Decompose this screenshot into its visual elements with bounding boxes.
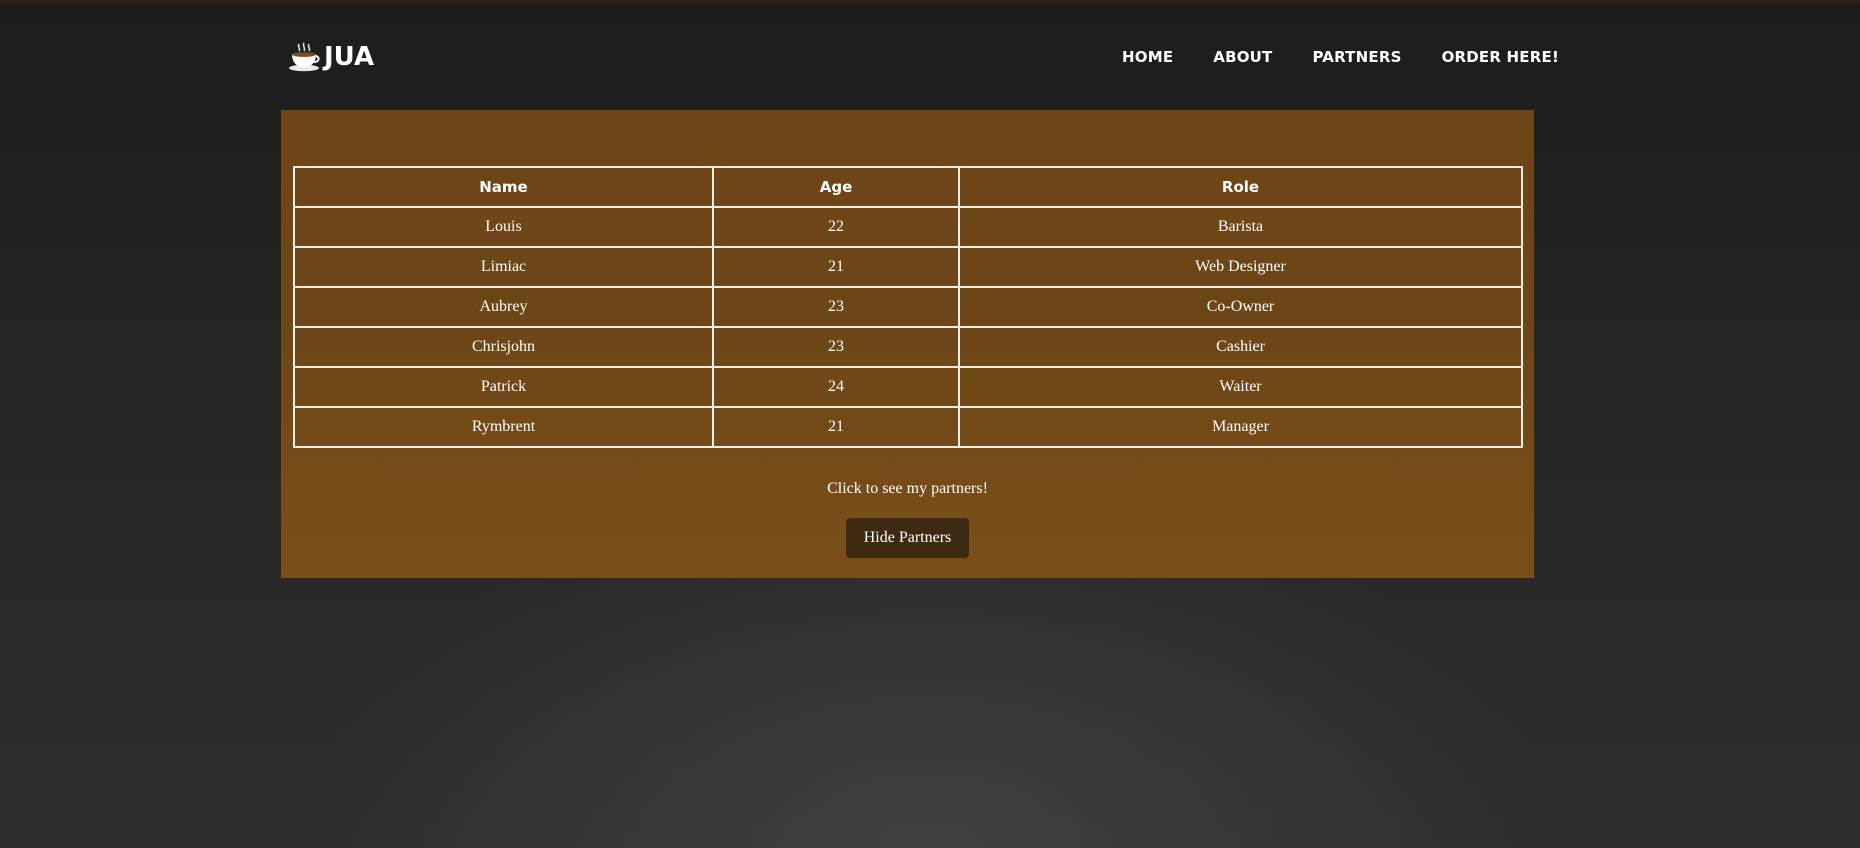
partner-age: 21 [712, 406, 960, 448]
column-header-name: Name [293, 166, 714, 208]
nav-about-link[interactable]: ABOUT [1213, 48, 1272, 66]
partner-age: 23 [712, 286, 960, 328]
column-header-age: Age [712, 166, 960, 208]
nav-home-link[interactable]: HOME [1122, 48, 1173, 66]
partner-name: Rymbrent [293, 406, 714, 448]
hide-partners-button[interactable]: Hide Partners [846, 518, 969, 558]
table-header-row: Name Age Role [293, 166, 1523, 208]
partner-name: Louis [293, 206, 714, 248]
partner-role: Manager [958, 406, 1523, 448]
partner-role: Web Designer [958, 246, 1523, 288]
table-row: Chrisjohn 23 Cashier [293, 326, 1523, 368]
main-nav: HOME ABOUT PARTNERS ORDER HERE! [1122, 48, 1559, 66]
partner-name: Aubrey [293, 286, 714, 328]
brand-name: JUA [324, 42, 375, 72]
partner-role: Barista [958, 206, 1523, 248]
partners-table: Name Age Role Louis 22 Barista Limiac 21… [293, 166, 1523, 448]
table-row: Patrick 24 Waiter [293, 366, 1523, 408]
partner-name: Limiac [293, 246, 714, 288]
nav-partners-link[interactable]: PARTNERS [1312, 48, 1401, 66]
partner-name: Patrick [293, 366, 714, 408]
table-row: Rymbrent 21 Manager [293, 406, 1523, 448]
nav-order-link[interactable]: ORDER HERE! [1442, 48, 1559, 66]
top-strip [0, 0, 1860, 7]
partner-age: 21 [712, 246, 960, 288]
partner-age: 22 [712, 206, 960, 248]
table-row: Aubrey 23 Co-Owner [293, 286, 1523, 328]
table-row: Louis 22 Barista [293, 206, 1523, 248]
partners-caption: Click to see my partners! [827, 480, 988, 497]
coffee-cup-icon [289, 42, 320, 72]
partner-name: Chrisjohn [293, 326, 714, 368]
partner-role: Co-Owner [958, 286, 1523, 328]
column-header-role: Role [958, 166, 1523, 208]
partner-age: 23 [712, 326, 960, 368]
brand-logo[interactable]: JUA [287, 42, 374, 72]
navbar: JUA HOME ABOUT PARTNERS ORDER HERE! [281, 28, 1559, 86]
table-row: Limiac 21 Web Designer [293, 246, 1523, 288]
partner-role: Cashier [958, 326, 1523, 368]
partner-age: 24 [712, 366, 960, 408]
partner-role: Waiter [958, 366, 1523, 408]
partners-panel: Name Age Role Louis 22 Barista Limiac 21… [281, 110, 1534, 578]
